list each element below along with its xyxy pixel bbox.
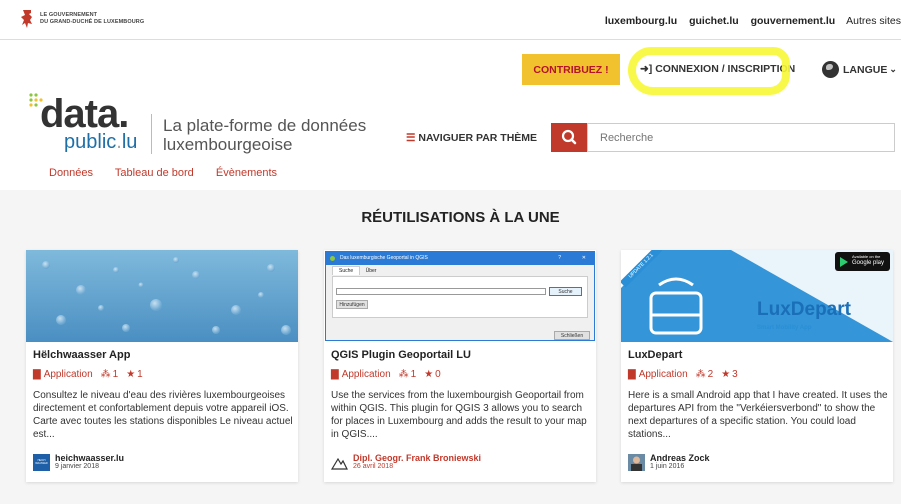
luxdepart-brand: LuxDepart <box>757 299 851 320</box>
help-icon: ? <box>558 255 561 261</box>
browse-by-theme-button[interactable]: ☰ NAVIGUER PAR THÈME <box>406 132 537 144</box>
nav-tableau-de-bord[interactable]: Tableau de bord <box>115 167 194 179</box>
card-meta: ▇ Application ⁂ 1 ★ 0 <box>331 369 441 380</box>
star-icon: ★ <box>721 369 731 380</box>
author-name: Dipl. Geogr. Frank Broniewski <box>353 453 482 463</box>
mountain-avatar-icon <box>331 457 348 470</box>
author-date: 9 janvier 2018 <box>55 463 99 470</box>
qgis-icon <box>330 256 335 261</box>
search-input[interactable] <box>587 123 895 152</box>
dialog-search-button: Suche <box>549 287 582 296</box>
card-type: Application <box>341 369 391 380</box>
card-meta: ▇ Application ⁂ 1 ★ 1 <box>33 369 143 380</box>
section-title: RÉUTILISATIONS À LA UNE <box>361 209 560 226</box>
google-play-badge: Google play <box>852 260 885 266</box>
avatar <box>628 453 645 471</box>
card-title[interactable]: Hëlchwaasser App <box>33 349 130 361</box>
gov-line-2: DU GRAND-DUCHÉ DE LUXEMBOURG <box>40 19 145 25</box>
search-button[interactable] <box>551 123 587 152</box>
card-author[interactable]: HEICH WAASSER heichwaasser.lu 9 janvier … <box>33 453 124 471</box>
card-star-count: 3 <box>732 369 738 380</box>
card-image-luxdepart[interactable]: UPDATE 1.2.1 Available on the Google pla… <box>621 250 893 342</box>
card-star-count: 0 <box>435 369 441 380</box>
government-label[interactable]: LE GOUVERNEMENT DU GRAND-DUCHÉ DE LUXEMB… <box>40 12 144 26</box>
globe-icon <box>822 61 839 78</box>
file-icon: ▇ <box>33 369 41 380</box>
card-star-count: 1 <box>137 369 143 380</box>
dialog-close-button: Schließen <box>554 331 590 340</box>
author-date: 26 avril 2018 <box>353 463 394 470</box>
tagline: La plate-forme de données luxembourgeois… <box>163 116 366 154</box>
card-description: Consultez le niveau d'eau des rivières l… <box>33 390 293 440</box>
dialog-tab-uber: Über <box>365 268 377 274</box>
reuse-card[interactable]: UPDATE 1.2.1 Available on the Google pla… <box>621 250 893 482</box>
browse-label: NAVIGUER PAR THÈME <box>418 132 538 144</box>
star-icon: ★ <box>126 369 136 380</box>
chevron-down-icon: ⌄ <box>889 64 897 74</box>
tagline-line-2: luxembourgeoise <box>163 135 293 154</box>
logo-lu: lu <box>121 131 138 153</box>
menu-icon: ☰ <box>406 132 416 144</box>
logo-divider <box>151 114 152 154</box>
link-luxembourg[interactable]: luxembourg.lu <box>605 15 677 27</box>
card-description: Use the services from the luxembourgish … <box>331 390 587 440</box>
site-header: CONTRIBUEZ ! ➜] CONNEXION / INSCRIPTION … <box>0 40 901 190</box>
card-type: Application <box>43 369 93 380</box>
card-reuse-count: 2 <box>707 369 714 380</box>
reuse-card[interactable]: Das luxemburgische Geoportal in QGIS ? ✕… <box>324 250 596 482</box>
main-nav: Données Tableau de bord Évènements <box>49 167 296 179</box>
card-author[interactable]: Andreas Zock 1 juin 2016 <box>628 453 710 471</box>
card-title[interactable]: LuxDepart <box>628 349 682 361</box>
language-label: LANGUE <box>843 63 888 76</box>
search-icon <box>561 129 577 145</box>
avatar: HEICH WAASSER <box>33 453 50 471</box>
file-icon: ▇ <box>331 369 339 380</box>
luxdepart-tagline: Smart Mobility App <box>757 325 812 331</box>
logo-public: public <box>64 131 117 153</box>
top-links: luxembourg.lu guichet.lu gouvernement.lu… <box>596 15 901 27</box>
yellow-highlight-circle <box>628 47 790 95</box>
card-type: Application <box>638 369 688 380</box>
reuse-icon: ⁂ <box>695 369 706 380</box>
lion-icon[interactable] <box>20 8 34 30</box>
close-icon: ✕ <box>581 255 586 261</box>
author-date: 1 juin 2016 <box>650 463 685 470</box>
card-description: Here is a small Android app that I have … <box>628 390 888 440</box>
top-bar: LE GOUVERNEMENT DU GRAND-DUCHÉ DE LUXEMB… <box>0 0 901 40</box>
card-image-water[interactable] <box>26 250 298 342</box>
reuse-icon: ⁂ <box>100 369 111 380</box>
file-icon: ▇ <box>628 369 636 380</box>
card-reuse-count: 1 <box>112 369 119 380</box>
card-meta: ▇ Application ⁂ 2 ★ 3 <box>628 369 738 380</box>
dialog-title: Das luxemburgische Geoportal in QGIS <box>340 255 428 261</box>
logo-public-lu[interactable]: public.lu <box>64 131 137 153</box>
tagline-line-1: La plate-forme de données <box>163 116 367 135</box>
contribuez-button[interactable]: CONTRIBUEZ ! <box>522 54 620 85</box>
dialog-add-button: Hinzufügen <box>336 300 368 309</box>
avatar-text: HEICH WAASSER <box>35 459 48 465</box>
card-reuse-count: 1 <box>410 369 417 380</box>
card-image-qgis-dialog[interactable]: Das luxemburgische Geoportal in QGIS ? ✕… <box>324 250 596 342</box>
gov-line-1: LE GOUVERNEMENT <box>40 12 98 18</box>
card-author[interactable]: Dipl. Geogr. Frank Broniewski 26 avril 2… <box>331 453 481 471</box>
link-guichet[interactable]: guichet.lu <box>689 15 739 27</box>
link-gouvernement[interactable]: gouvernement.lu <box>751 15 836 27</box>
reuse-card[interactable]: Hëlchwaasser App ▇ Application ⁂ 1 ★ 1 C… <box>26 250 298 482</box>
nav-donnees[interactable]: Données <box>49 167 93 179</box>
author-name: heichwaasser.lu <box>55 453 125 463</box>
dialog-tab-suche: Suche <box>332 266 361 275</box>
author-name: Andreas Zock <box>650 453 710 463</box>
language-selector[interactable]: LANGUE ⌄ <box>822 61 897 78</box>
reuse-icon: ⁂ <box>398 369 409 380</box>
card-title[interactable]: QGIS Plugin Geoportail LU <box>331 349 471 361</box>
link-autres-sites[interactable]: Autres sites <box>846 15 901 27</box>
google-play-small: Available on the <box>852 254 881 259</box>
nav-evenements[interactable]: Évènements <box>216 167 277 179</box>
logo-data[interactable]: data. <box>40 94 129 134</box>
star-icon: ★ <box>424 369 434 380</box>
